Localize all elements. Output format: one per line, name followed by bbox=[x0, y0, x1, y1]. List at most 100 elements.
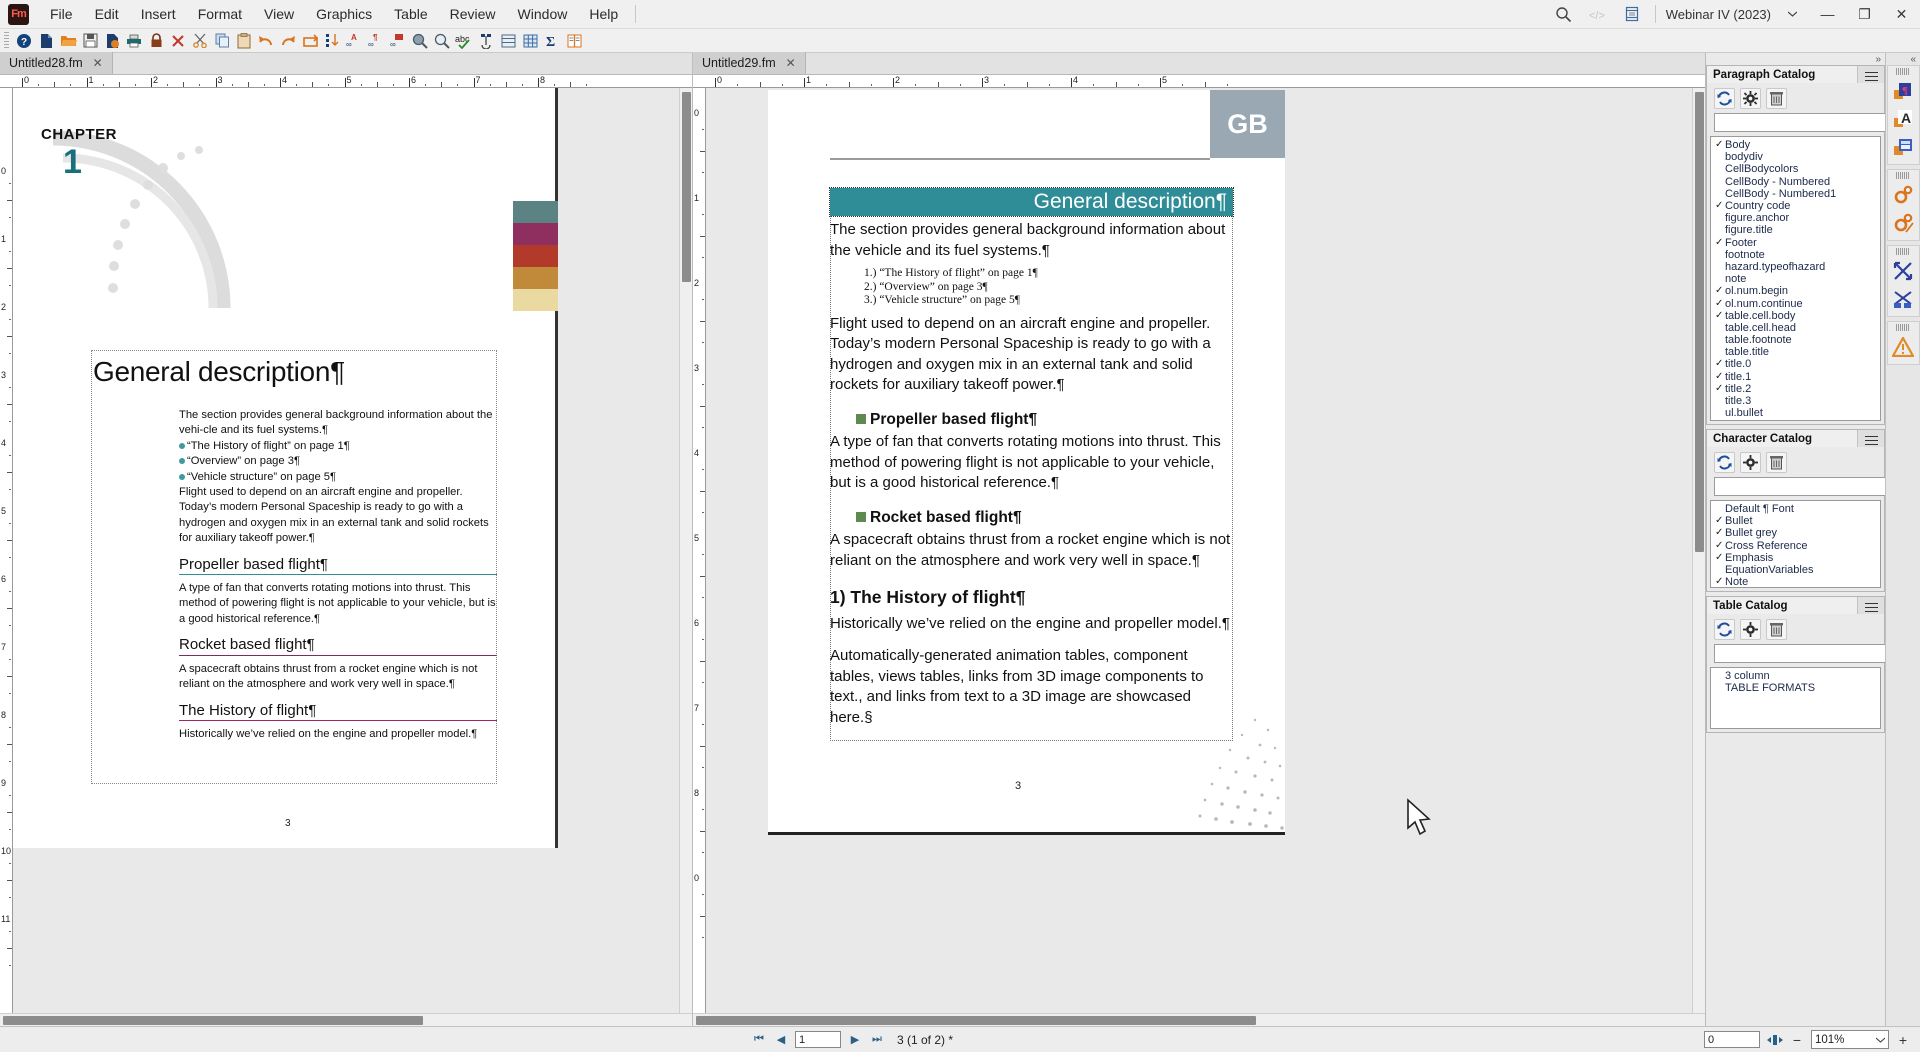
first-page-button[interactable]: ⏮ bbox=[751, 1031, 767, 1049]
list-item[interactable]: ✓ title.0 bbox=[1711, 358, 1880, 370]
table-designer-icon[interactable] bbox=[1889, 133, 1917, 161]
character-catalog-list[interactable]: Default ¶ Font ✓ Bullet ✓ Bullet grey ✓ Cross … bbox=[1710, 500, 1881, 588]
rail-grip[interactable] bbox=[1896, 324, 1910, 331]
spellcheck-icon[interactable]: abc bbox=[453, 30, 475, 52]
list-item[interactable]: table.cell.head bbox=[1711, 322, 1880, 334]
doc-tab-untitled28[interactable]: Untitled28.fm ✕ bbox=[0, 52, 113, 74]
list-item[interactable]: figure.title bbox=[1711, 224, 1880, 236]
xref-item-3[interactable]: 3.) “Vehicle structure” on page 5¶ bbox=[864, 294, 1233, 308]
xref-item-1[interactable]: 1.) “The History of flight” on page 1¶ bbox=[864, 267, 1233, 281]
list-item[interactable]: ✓ Emphasis bbox=[1711, 552, 1880, 564]
list-item[interactable]: Default ¶ Font bbox=[1711, 503, 1880, 515]
doc-tab-untitled29[interactable]: Untitled29.fm ✕ bbox=[693, 52, 806, 74]
color-swatch[interactable] bbox=[513, 223, 558, 245]
zoom-in-button[interactable]: + bbox=[1896, 1032, 1910, 1048]
menu-edit[interactable]: Edit bbox=[84, 2, 130, 26]
delete-icon[interactable] bbox=[1766, 619, 1787, 640]
menu-table[interactable]: Table bbox=[383, 2, 438, 26]
restore-button[interactable]: ❐ bbox=[1846, 0, 1883, 29]
scrollbar-thumb[interactable] bbox=[1695, 92, 1704, 552]
close-icon[interactable]: ✕ bbox=[786, 56, 796, 70]
repeat-icon[interactable] bbox=[299, 30, 321, 52]
close-button[interactable]: ✕ bbox=[1883, 0, 1920, 29]
next-page-button[interactable]: ▶ bbox=[847, 1031, 863, 1049]
paragraph-catalog-search-input[interactable] bbox=[1714, 113, 1897, 132]
list-item[interactable]: ✓ Cross Reference bbox=[1711, 540, 1880, 552]
list-item[interactable]: title.3 bbox=[1711, 395, 1880, 407]
list-item[interactable]: table.footnote bbox=[1711, 334, 1880, 346]
search-icon[interactable] bbox=[1547, 0, 1581, 29]
print-icon[interactable] bbox=[123, 30, 145, 52]
list-item[interactable]: table.title bbox=[1711, 346, 1880, 358]
rail-grip[interactable] bbox=[1896, 248, 1910, 255]
horizontal-scrollbar-left[interactable] bbox=[0, 1013, 692, 1026]
color-swatch[interactable] bbox=[513, 245, 558, 267]
table-catalog-search-input[interactable] bbox=[1714, 644, 1897, 663]
refresh-icon[interactable] bbox=[1714, 619, 1735, 640]
page-left[interactable]: CHAPTER 1 General description¶ The secti… bbox=[13, 88, 558, 848]
xref-item-1[interactable]: “The History of flight” on page 1¶ bbox=[179, 439, 497, 454]
list-item[interactable]: ✓ Body bbox=[1711, 139, 1880, 151]
open-folder-icon[interactable] bbox=[57, 30, 79, 52]
minimize-button[interactable]: — bbox=[1809, 0, 1846, 29]
menu-insert[interactable]: Insert bbox=[130, 2, 187, 26]
collapse-all-icon[interactable]: « bbox=[1910, 54, 1916, 65]
save-as-icon[interactable] bbox=[101, 30, 123, 52]
list-item[interactable]: CellBody - Numbered1 bbox=[1711, 188, 1880, 200]
list-item[interactable]: ✓ Bullet grey bbox=[1711, 527, 1880, 539]
gear-icon[interactable] bbox=[1740, 88, 1761, 109]
table-grid-icon[interactable] bbox=[519, 30, 541, 52]
menu-graphics[interactable]: Graphics bbox=[305, 2, 383, 26]
equation-sigma-icon[interactable]: Σ bbox=[541, 30, 563, 52]
numbered-xref-list[interactable]: 1.) “The History of flight” on page 1¶ 2… bbox=[864, 267, 1233, 308]
expand-arrows-icon[interactable] bbox=[1889, 257, 1917, 285]
settings-edit-icon[interactable] bbox=[1889, 209, 1917, 237]
chevron-down-icon[interactable] bbox=[1775, 0, 1809, 29]
zoom-level-select[interactable]: 101% bbox=[1811, 1030, 1889, 1049]
vertical-ruler-right[interactable]: 0 1 2 3 4 5 6 7 8 0 bbox=[693, 88, 706, 1013]
vertical-ruler-left[interactable]: 0 1 2 3 4 5 6 7 8 9 10 11 bbox=[0, 88, 13, 1013]
xref-item-2[interactable]: 2.) “Overview” on page 3¶ bbox=[864, 281, 1233, 295]
canvas-left[interactable]: CHAPTER 1 General description¶ The secti… bbox=[13, 88, 679, 1013]
character-catalog-search-input[interactable] bbox=[1714, 477, 1897, 496]
cut-scissors-icon[interactable] bbox=[189, 30, 211, 52]
workspace-selector[interactable]: Webinar IV (2023) bbox=[1662, 7, 1775, 22]
gear-icon[interactable] bbox=[1740, 619, 1761, 640]
rail-grip[interactable] bbox=[1896, 172, 1910, 179]
page-right[interactable]: GB General description¶ The section prov… bbox=[768, 90, 1285, 835]
structure-icon[interactable] bbox=[1889, 285, 1917, 313]
warning-icon[interactable] bbox=[1889, 333, 1917, 361]
color-swatch[interactable] bbox=[513, 289, 558, 311]
list-item[interactable]: bodydiv bbox=[1711, 151, 1880, 163]
list-item[interactable]: figure.anchor bbox=[1711, 212, 1880, 224]
save-icon[interactable] bbox=[79, 30, 101, 52]
menu-review[interactable]: Review bbox=[439, 2, 507, 26]
vertical-scrollbar-left[interactable] bbox=[679, 88, 692, 1013]
list-item[interactable]: ✓ title.2 bbox=[1711, 383, 1880, 395]
horizontal-ruler-right[interactable]: 0 1 2 3 4 5 bbox=[693, 75, 1705, 88]
list-item[interactable]: ✓ Note bbox=[1711, 576, 1880, 587]
horizontal-ruler-left[interactable]: 0 1 2 3 4 5 6 7 8 bbox=[0, 75, 692, 88]
sort-icon[interactable] bbox=[321, 30, 343, 52]
delete-icon[interactable] bbox=[1766, 88, 1787, 109]
body-text-right[interactable]: The section provides general background … bbox=[830, 220, 1233, 728]
redo-icon[interactable] bbox=[277, 30, 299, 52]
table-catalog-list[interactable]: 3 column TABLE FORMATS bbox=[1710, 667, 1881, 729]
list-item[interactable]: footnote bbox=[1711, 249, 1880, 261]
paste-icon[interactable] bbox=[233, 30, 255, 52]
table-insert-icon[interactable] bbox=[497, 30, 519, 52]
settings-gear-icon[interactable] bbox=[1889, 181, 1917, 209]
help-icon[interactable]: ? bbox=[13, 30, 35, 52]
pod-icon[interactable] bbox=[1615, 0, 1649, 29]
refresh-icon[interactable] bbox=[1714, 88, 1735, 109]
list-item[interactable]: CellBody - Numbered bbox=[1711, 176, 1880, 188]
find-paragraph-icon[interactable]: ¶ ∞ bbox=[365, 30, 387, 52]
refresh-icon[interactable] bbox=[1714, 452, 1735, 473]
offset-input[interactable]: 0 bbox=[1704, 1031, 1760, 1048]
list-item[interactable]: ✓ Footer bbox=[1711, 237, 1880, 249]
table-catalog-header[interactable]: Table Catalog bbox=[1706, 596, 1885, 614]
menu-help[interactable]: Help bbox=[578, 2, 629, 26]
code-view-icon[interactable]: </> bbox=[1581, 0, 1615, 29]
gear-icon[interactable] bbox=[1740, 452, 1761, 473]
color-swatch[interactable] bbox=[513, 267, 558, 289]
